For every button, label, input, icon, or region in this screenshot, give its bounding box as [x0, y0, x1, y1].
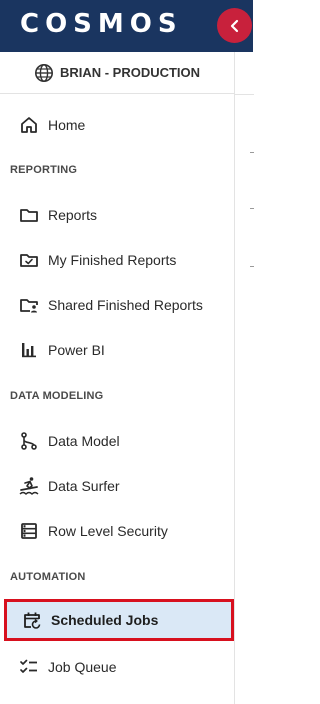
sidebar-item-home[interactable]: Home [0, 102, 234, 147]
divider [250, 208, 254, 209]
checklist-icon [18, 656, 40, 678]
sidebar-item-row-level-security[interactable]: Row Level Security [0, 508, 234, 553]
globe-icon [34, 63, 53, 82]
sidebar-item-scheduled-jobs[interactable]: Scheduled Jobs [4, 599, 234, 641]
section-header-reporting: REPORTING [10, 164, 78, 176]
sidebar-item-label: Shared Finished Reports [48, 296, 203, 313]
sidebar-item-job-queue[interactable]: Job Queue [0, 644, 234, 689]
sidebar-item-power-bi[interactable]: Power BI [0, 327, 234, 372]
sidebar-item-label: Home [48, 116, 86, 133]
sidebar-item-label: Data Surfer [48, 477, 120, 494]
table-rows-icon [18, 520, 40, 542]
sidebar-item-label: Reports [48, 206, 98, 223]
calendar-refresh-icon [21, 609, 43, 631]
folder-check-icon [18, 249, 40, 271]
divider [250, 152, 254, 153]
tenant-selector[interactable]: BRIAN - PRODUCTION [0, 52, 234, 94]
surfer-icon [18, 475, 40, 497]
sidebar-item-label: Data Model [48, 432, 120, 449]
branch-icon [18, 430, 40, 452]
folder-shared-icon [18, 294, 40, 316]
sidebar-item-my-finished-reports[interactable]: My Finished Reports [0, 237, 234, 282]
divider [250, 266, 254, 267]
sidebar-item-label: Scheduled Jobs [51, 612, 159, 628]
chevron-left-icon [230, 19, 238, 32]
bar-chart-icon [18, 339, 40, 361]
sidebar-item-data-surfer[interactable]: Data Surfer [0, 463, 234, 508]
sidebar-item-reports[interactable]: Reports [0, 192, 234, 237]
sidebar-item-label: Power BI [48, 341, 105, 358]
cosmos-logo[interactable]: COSMOS [20, 9, 183, 39]
sidebar-item-label: Row Level Security [48, 522, 168, 539]
main-content-edge [234, 52, 254, 704]
sidebar-item-label: My Finished Reports [48, 251, 177, 268]
section-header-data-modeling: DATA MODELING [10, 390, 104, 402]
divider [235, 94, 254, 95]
folder-icon [18, 204, 40, 226]
app-header: COSMOS [0, 0, 253, 52]
collapse-sidebar-button[interactable] [217, 8, 252, 43]
section-header-automation: AUTOMATION [10, 571, 86, 583]
sidebar-item-shared-finished-reports[interactable]: Shared Finished Reports [0, 282, 234, 327]
home-icon [18, 114, 40, 136]
sidebar-item-label: Job Queue [48, 658, 117, 675]
sidebar-item-data-model[interactable]: Data Model [0, 418, 234, 463]
tenant-label: BRIAN - PRODUCTION [59, 65, 201, 80]
